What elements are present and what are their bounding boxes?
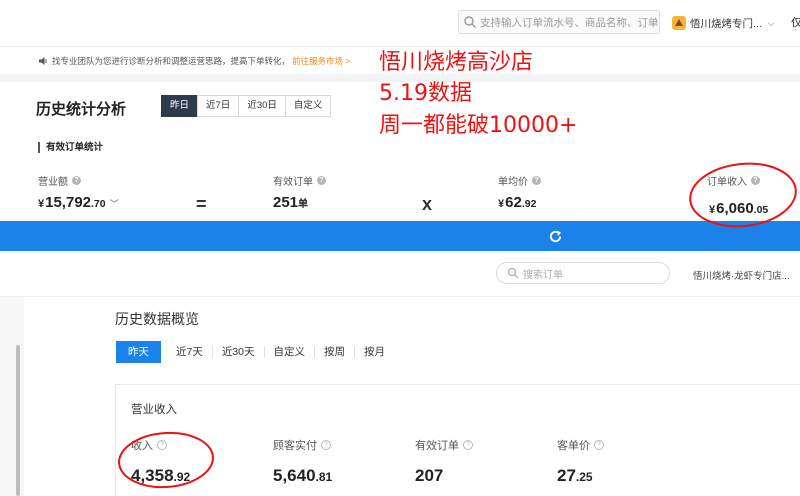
help-icon[interactable]: ? — [317, 176, 326, 185]
help-icon[interactable]: ? — [157, 440, 167, 450]
help-icon[interactable]: ? — [532, 176, 541, 185]
speaker-icon — [39, 57, 47, 65]
order-income-label-text: 订单收入 — [707, 177, 747, 188]
range-7d[interactable]: 近7日 — [197, 95, 240, 117]
revenue-label: 营业额? — [38, 173, 81, 188]
valid-orders-label: 有效订单? — [415, 437, 473, 453]
help-icon[interactable]: ? — [463, 440, 473, 450]
search-orders-input[interactable]: 搜索订单 — [496, 262, 670, 284]
help-icon[interactable]: ? — [72, 176, 81, 185]
avg-price-int: 62 — [505, 194, 522, 211]
valid-orders-label-text: 有效订单 — [415, 440, 459, 452]
only-label: 仅 — [791, 17, 800, 29]
revenue-section-title: 营业收入 — [131, 404, 177, 416]
notice-text: 找专业团队为您进行诊断分析和调整运营思路，提高下单转化， — [52, 56, 291, 66]
order-search-input[interactable]: 支持输入订单流水号、商品名称、订单 — [458, 10, 660, 34]
tab-7d[interactable]: 近7天 — [167, 346, 212, 358]
avg-ticket-int: 27 — [557, 466, 576, 485]
section-title: 有效订单统计 — [38, 142, 103, 153]
range-30d[interactable]: 近30日 — [238, 95, 286, 117]
refresh-icon[interactable] — [548, 229, 563, 244]
revenue-label-text: 营业额 — [38, 177, 68, 188]
valid-orders-int: 207 — [415, 466, 444, 485]
store-name: 悟川烧烤专门... — [690, 17, 762, 30]
store-switcher[interactable]: 悟川烧烤·龙虾专门店... — [693, 268, 790, 282]
customer-paid-label-text: 顾客实付 — [273, 440, 317, 452]
customer-paid-dec: .81 — [315, 470, 333, 484]
orders-label-text: 有效订单 — [273, 177, 313, 188]
valid-orders-value: 207 — [415, 466, 443, 486]
help-icon[interactable]: ? — [321, 440, 331, 450]
overview-title: 历史数据概览 — [115, 311, 199, 327]
annotation-store: 悟川烧烤高沙店 — [379, 50, 534, 75]
tab-custom[interactable]: 自定义 — [263, 346, 315, 358]
income-value: 4,358.92 — [131, 466, 190, 486]
revenue-dec: .70 — [91, 198, 106, 210]
tab-weekly[interactable]: 按周 — [314, 346, 354, 358]
toolbar-bar — [0, 221, 800, 251]
scrollbar[interactable] — [16, 345, 20, 496]
order-income-int: 6,060 — [716, 200, 754, 217]
chevron-down-icon: ⌵ — [767, 17, 775, 28]
period-tabs: 昨天 近7天 近30天 自定义 按周 按月 — [116, 341, 394, 363]
search-icon — [507, 267, 519, 279]
range-yesterday[interactable]: 昨日 — [161, 95, 199, 117]
sidebar-gutter — [0, 297, 24, 496]
order-income-dec: .05 — [753, 204, 769, 216]
store-logo-icon — [672, 16, 686, 30]
equals-sign: = — [196, 194, 207, 214]
help-icon[interactable]: ? — [594, 440, 604, 450]
search-icon — [464, 16, 476, 28]
orders-int: 251 — [273, 194, 299, 211]
range-custom[interactable]: 自定义 — [284, 95, 332, 117]
avg-price-label: 单均价? — [498, 173, 541, 188]
search-placeholder: 支持输入订单流水号、商品名称、订单 — [480, 16, 659, 29]
customer-paid-int: 5,640 — [273, 466, 316, 485]
tab-yesterday[interactable]: 昨天 — [116, 341, 161, 363]
customer-paid-label: 顾客实付? — [273, 437, 331, 453]
orders-value: 251单 — [273, 194, 308, 211]
income-int: 4,358 — [131, 466, 174, 485]
revenue-int: 15,792 — [45, 194, 92, 211]
avg-ticket-dec: .25 — [575, 470, 593, 484]
revenue-value[interactable]: ¥15,792.70 ﹀ — [38, 194, 119, 211]
store-switcher[interactable]: 悟川烧烤专门... ⌵ — [671, 14, 775, 32]
times-sign: x — [422, 194, 433, 214]
currency-symbol: ¥ — [709, 204, 716, 216]
avg-ticket-value: 27.25 — [557, 466, 593, 486]
search-placeholder: 搜索订单 — [523, 269, 563, 281]
orders-label: 有效订单? — [273, 173, 326, 188]
order-income-label: 订单收入? — [707, 173, 760, 188]
avg-ticket-label-text: 客单价 — [557, 440, 590, 452]
avg-price-value: ¥62.92 — [498, 194, 536, 211]
page-title: 历史统计分析 — [36, 101, 127, 118]
annotation-date: 5.19数据 — [379, 81, 472, 106]
avg-price-dec: .92 — [521, 198, 537, 210]
customer-paid-value: 5,640.81 — [273, 466, 332, 486]
income-dec: .92 — [173, 470, 191, 484]
date-range-selector: 昨日 近7日 近30日 自定义 — [161, 95, 332, 117]
header-divider — [0, 296, 800, 297]
chevron-down-icon: ﹀ — [109, 199, 119, 209]
avg-ticket-label: 客单价? — [557, 437, 604, 453]
order-income-value: ¥6,060.05 — [709, 200, 768, 217]
income-label: 收入? — [131, 437, 167, 453]
help-icon[interactable]: ? — [751, 176, 760, 185]
annotation-claim: 周一都能破10000+ — [379, 113, 578, 138]
service-market-link[interactable]: 前往服务市场 > — [292, 55, 350, 67]
currency-symbol: ¥ — [498, 198, 505, 210]
orders-unit: 单 — [298, 199, 309, 210]
income-label-text: 收入 — [131, 440, 153, 452]
tab-monthly[interactable]: 按月 — [354, 346, 394, 358]
currency-symbol: ¥ — [38, 198, 45, 210]
avg-price-label-text: 单均价 — [498, 177, 528, 188]
tab-30d[interactable]: 近30天 — [211, 346, 264, 358]
